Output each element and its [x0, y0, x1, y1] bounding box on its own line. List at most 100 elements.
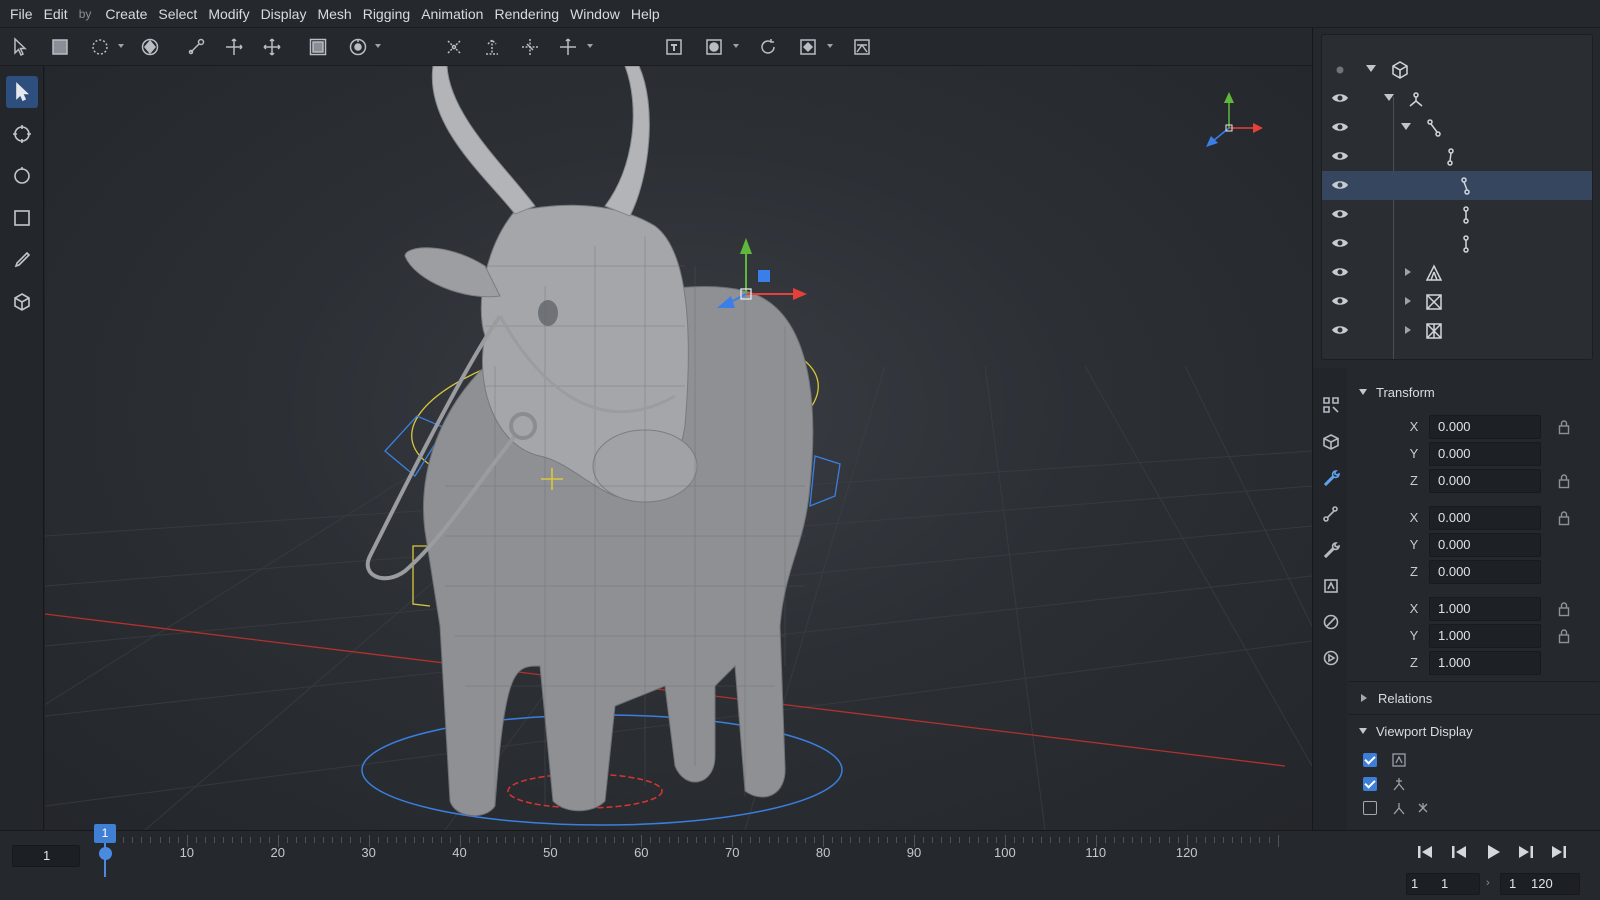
expand-toggle[interactable]	[1405, 326, 1411, 334]
outliner-row-mesh-rope[interactable]	[1322, 316, 1592, 345]
relations-section-header[interactable]: Relations	[1349, 684, 1599, 712]
eye-icon[interactable]	[1331, 91, 1349, 105]
current-frame-field[interactable]: 1	[12, 845, 80, 867]
menu-modify[interactable]: Modify	[208, 6, 260, 22]
scale-x-field[interactable]: 1.000	[1429, 597, 1541, 621]
jump-start-icon[interactable]	[1416, 843, 1434, 861]
expand-toggle[interactable]	[1384, 94, 1394, 101]
joint-tool-icon[interactable]	[185, 36, 207, 58]
shoulder-control-right[interactable]	[809, 455, 841, 508]
rect-tool-icon[interactable]	[6, 202, 38, 234]
constraint-tab-icon[interactable]	[1318, 537, 1344, 563]
menu-by[interactable]: by	[79, 7, 106, 21]
menu-create[interactable]: Create	[105, 6, 158, 22]
lasso-select-icon[interactable]	[89, 36, 111, 58]
expand-toggle[interactable]	[1401, 123, 1411, 130]
range-start-field[interactable]: 1 1	[1406, 873, 1480, 895]
soft-select-icon[interactable]	[347, 36, 369, 58]
chevron-down-icon[interactable]	[375, 44, 381, 48]
menu-file[interactable]: File	[10, 6, 44, 22]
location-y-field[interactable]: 0.000	[1429, 442, 1541, 466]
material-tab-icon[interactable]	[1318, 609, 1344, 635]
scale-y-field[interactable]: 1.000	[1429, 624, 1541, 648]
outliner-row-bone-head[interactable]	[1322, 171, 1592, 200]
display-checkbox-1[interactable]	[1363, 753, 1377, 767]
eye-icon[interactable]	[1331, 265, 1349, 279]
chevron-down-icon[interactable]	[827, 44, 833, 48]
bull-model[interactable]	[404, 66, 814, 817]
eye-icon[interactable]	[1331, 294, 1349, 308]
outliner-row-bone-horn[interactable]	[1322, 229, 1592, 258]
material-icon[interactable]	[703, 36, 725, 58]
eye-icon[interactable]	[1331, 207, 1349, 221]
rect-select-icon[interactable]	[49, 36, 71, 58]
snap-grid-icon[interactable]	[557, 36, 579, 58]
expand-toggle[interactable]	[1405, 297, 1411, 305]
menu-display[interactable]: Display	[261, 6, 318, 22]
outliner-row-mesh-harness[interactable]	[1322, 287, 1592, 316]
step-back-icon[interactable]	[1450, 843, 1468, 861]
timeline-ruler[interactable]: 10 20 30 40 50 60 70 80 90 100 110 120 1	[80, 824, 1388, 900]
jump-end-icon[interactable]	[1550, 843, 1568, 861]
physics-tab-icon[interactable]	[1318, 645, 1344, 671]
align-icon[interactable]	[443, 36, 465, 58]
menu-rigging[interactable]: Rigging	[363, 6, 421, 22]
menu-mesh[interactable]: Mesh	[317, 6, 362, 22]
location-z-field[interactable]: 0.000	[1429, 469, 1541, 493]
transform-section-header[interactable]: Transform	[1349, 378, 1599, 406]
object-tab-icon[interactable]	[1318, 429, 1344, 455]
3d-viewport[interactable]	[45, 66, 1312, 830]
pivot-icon[interactable]	[481, 36, 503, 58]
paint-tool-icon[interactable]	[6, 244, 38, 276]
outliner-row-mesh-body[interactable]	[1322, 258, 1592, 287]
expand-toggle[interactable]	[1405, 268, 1411, 276]
lock-icon[interactable]	[1558, 419, 1570, 435]
render-icon[interactable]	[663, 36, 685, 58]
cube-tool-icon[interactable]	[6, 286, 38, 318]
expand-toggle[interactable]	[1366, 65, 1376, 72]
menu-window[interactable]: Window	[570, 6, 631, 22]
outliner-row-bone-spine[interactable]	[1322, 113, 1592, 142]
menu-animation[interactable]: Animation	[421, 6, 494, 22]
eye-icon[interactable]	[1331, 149, 1349, 163]
playhead-handle[interactable]	[98, 847, 112, 860]
display-icon[interactable]	[797, 36, 819, 58]
eye-icon[interactable]	[1331, 120, 1349, 134]
snap-box-icon[interactable]	[307, 36, 329, 58]
rotation-x-field[interactable]: 0.000	[1429, 506, 1541, 530]
step-forward-icon[interactable]	[1517, 843, 1535, 861]
distribute-icon[interactable]	[519, 36, 541, 58]
refresh-icon[interactable]	[757, 36, 779, 58]
lock-icon[interactable]	[1558, 628, 1570, 644]
chevron-down-icon[interactable]	[587, 44, 593, 48]
outliner-row-bone-jaw[interactable]	[1322, 200, 1592, 229]
lock-icon[interactable]	[1558, 510, 1570, 526]
viewport-display-section-header[interactable]: Viewport Display	[1349, 717, 1599, 745]
orientation-widget[interactable]	[1206, 92, 1263, 147]
display-checkbox-3[interactable]	[1363, 801, 1377, 815]
rotation-y-field[interactable]: 0.000	[1429, 533, 1541, 557]
scene-tab-icon[interactable]	[1318, 392, 1344, 418]
transform-tool-icon[interactable]	[261, 36, 283, 58]
range-end-field[interactable]: 1 120	[1500, 873, 1580, 895]
paint-select-icon[interactable]	[139, 36, 161, 58]
outliner-row-bone-neck[interactable]	[1322, 142, 1592, 171]
eye-icon[interactable]	[1331, 236, 1349, 250]
lock-icon[interactable]	[1558, 473, 1570, 489]
graph-icon[interactable]	[851, 36, 873, 58]
bone-tab-icon[interactable]	[1318, 501, 1344, 527]
chevron-down-icon[interactable]	[733, 44, 739, 48]
move-tool-icon[interactable]	[223, 36, 245, 58]
scale-tool-icon[interactable]	[6, 160, 38, 192]
select-tool-icon[interactable]	[6, 76, 38, 108]
menu-select[interactable]: Select	[158, 6, 208, 22]
rotation-z-field[interactable]: 0.000	[1429, 560, 1541, 584]
display-checkbox-2[interactable]	[1363, 777, 1377, 791]
location-x-field[interactable]: 0.000	[1429, 415, 1541, 439]
outliner-row-armature[interactable]	[1322, 84, 1592, 113]
scale-z-field[interactable]: 1.000	[1429, 651, 1541, 675]
play-icon[interactable]	[1484, 843, 1502, 861]
visibility-dim-icon[interactable]	[1331, 62, 1349, 76]
select-arrow-icon[interactable]	[9, 36, 31, 58]
menu-rendering[interactable]: Rendering	[494, 6, 570, 22]
